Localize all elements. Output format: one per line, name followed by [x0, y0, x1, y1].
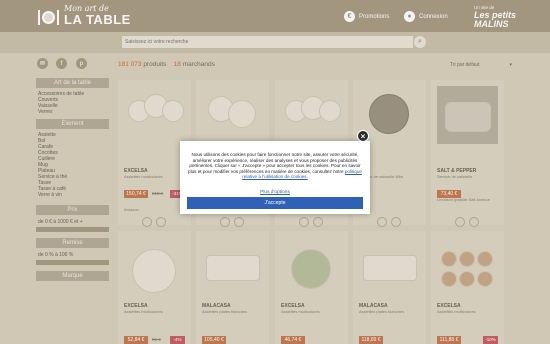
product-card[interactable]: MALACASA Assiettes plates blanches 118,8… [353, 231, 426, 344]
product-image [281, 86, 342, 144]
compare-icon[interactable] [469, 217, 479, 227]
close-icon[interactable]: × [357, 130, 369, 142]
product-image [437, 237, 498, 295]
heart-icon[interactable] [455, 217, 465, 227]
promotions-link[interactable]: € Promotions [344, 11, 389, 22]
user-icon: ● [404, 11, 415, 22]
remise-heading: Remise [36, 238, 109, 248]
logo-bottom-text: LA TABLE [64, 12, 131, 27]
compare-icon[interactable] [391, 217, 401, 227]
product-image [281, 237, 342, 295]
prix-slider[interactable] [36, 227, 109, 232]
heart-icon[interactable] [299, 217, 309, 227]
product-image [359, 237, 420, 295]
heart-icon[interactable] [142, 217, 152, 227]
tableware-logo-icon [38, 7, 60, 25]
marque-heading: Marque [36, 271, 109, 281]
search-input[interactable] [122, 36, 413, 48]
compare-icon[interactable] [156, 217, 166, 227]
art-de-la-table-heading: Art de la table [36, 78, 109, 88]
more-options-link[interactable]: Plus d'options [180, 190, 370, 195]
search-icon[interactable]: ⌕ [414, 36, 426, 48]
product-card[interactable]: MALACASA Assiettes plates blanches 105,4… [196, 231, 269, 344]
product-image [437, 86, 498, 144]
product-card[interactable]: EXCELSA Assiettes multicolores 111,88 € … [431, 231, 504, 344]
cookie-text: Nous utilisons des cookies pour faire fo… [188, 152, 362, 179]
pinterest-icon[interactable]: p [76, 58, 87, 69]
sort-select[interactable]: Tri par défaut ▾ [450, 62, 512, 68]
chevron-down-icon: ▾ [509, 62, 512, 68]
filter-sidebar: Art de la table Accessoires de table Cou… [36, 78, 109, 284]
product-image [124, 237, 185, 295]
prix-range: de 0 € à 1000 € et + [38, 219, 83, 225]
accept-button[interactable]: J'accepte [187, 197, 363, 209]
header: Mon art de LA TABLE € Promotions ● Conne… [0, 0, 550, 32]
facebook-icon[interactable]: f [56, 58, 67, 69]
element-heading: Élément [36, 119, 109, 129]
product-card[interactable]: EXCELSA Assiettes multicolores 52,84 € 5… [118, 231, 191, 344]
compare-icon[interactable] [313, 217, 323, 227]
results-count: 181 073 produits 18 marchands [118, 61, 215, 68]
prix-heading: Prix [36, 205, 109, 215]
heart-icon[interactable] [377, 217, 387, 227]
remise-range: de 0 % à 100 % [38, 252, 74, 258]
product-card[interactable]: SALT & PEPPER Service de vaisselle 73,40… [431, 80, 504, 227]
euro-icon: € [344, 11, 355, 22]
product-card[interactable]: EXCELSA Assiettes multicolores 46,74 € [275, 231, 348, 344]
connexion-label: Connexion [419, 13, 448, 20]
remise-slider[interactable] [36, 260, 109, 265]
brand-name: Les petits MALINS [474, 9, 517, 29]
mail-icon[interactable]: ✉ [37, 58, 48, 69]
cookie-consent-modal: Nous utilisons des cookies pour faire fo… [180, 141, 370, 214]
product-image [202, 237, 263, 295]
connexion-link[interactable]: ● Connexion [404, 11, 448, 22]
site-logo[interactable]: Mon art de LA TABLE [38, 5, 131, 26]
product-image [202, 86, 263, 144]
heart-icon[interactable] [220, 217, 230, 227]
product-image [124, 86, 185, 144]
compare-icon[interactable] [234, 217, 244, 227]
promotions-label: Promotions [359, 13, 390, 20]
brand-link[interactable]: Un site de Les petits MALINS [474, 5, 550, 29]
